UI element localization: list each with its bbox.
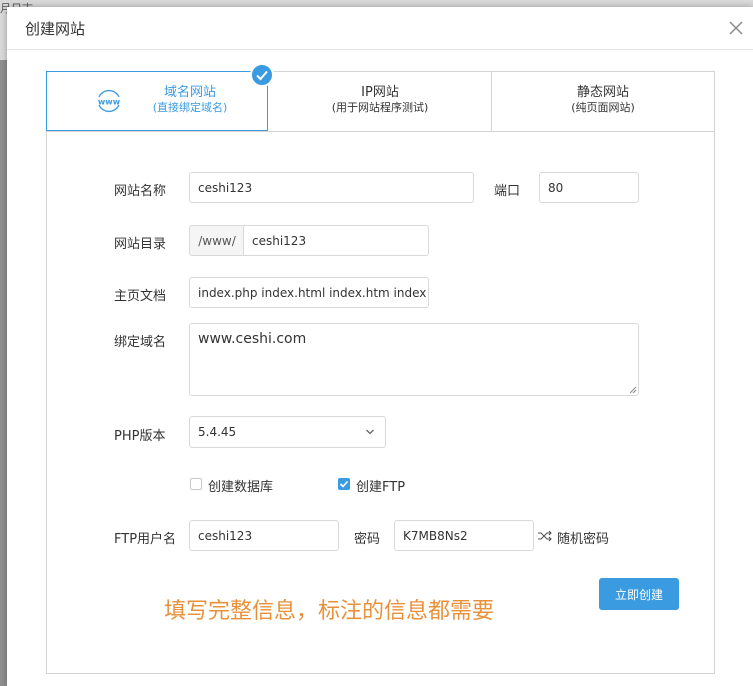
tab-static-site-sub: (纯页面网站) <box>571 101 635 114</box>
bind-domain-value: www.ceshi.com <box>198 331 307 347</box>
create-ftp-label: 创建FTP <box>356 480 406 495</box>
create-site-dialog: 创建网站 www 域名网站 (直接绑定域名) IP网站 (用于网站程序测试) 静… <box>7 7 753 686</box>
site-name-input[interactable]: ceshi123 <box>189 172 474 203</box>
site-type-tabs: www 域名网站 (直接绑定域名) IP网站 (用于网站程序测试) 静态网站 (… <box>46 63 714 132</box>
create-now-button[interactable]: 立即创建 <box>599 578 679 610</box>
bind-domain-textarea[interactable]: www.ceshi.com <box>189 323 639 396</box>
bind-domain-label: 绑定域名 <box>114 335 167 350</box>
site-dir-input[interactable]: ceshi123 <box>243 225 429 256</box>
create-db-checkbox[interactable] <box>190 478 202 490</box>
php-version-select[interactable]: 5.4.45 <box>189 416 386 448</box>
random-password-link[interactable]: 随机密码 <box>557 528 609 547</box>
annotation-notice: 填写完整信息，标注的信息都需要 <box>164 599 495 624</box>
create-ftp-checkbox[interactable] <box>338 478 350 490</box>
ftp-user-label: FTP用户名 <box>114 532 177 547</box>
www-icon: www <box>98 89 121 113</box>
site-dir-label: 网站目录 <box>114 237 167 252</box>
password-label: 密码 <box>354 532 381 547</box>
site-dir-prefix: /www/ <box>189 225 244 256</box>
chevron-down-icon <box>366 429 374 435</box>
site-form-panel: www 域名网站 (直接绑定域名) IP网站 (用于网站程序测试) 静态网站 (… <box>46 63 715 674</box>
tab-domain-site-sub: (直接绑定域名) <box>152 101 228 114</box>
index-doc-input[interactable]: index.php index.html index.htm index <box>189 277 429 308</box>
password-input[interactable]: K7MB8Ns2 <box>394 520 534 551</box>
site-name-label: 网站名称 <box>114 184 167 199</box>
index-doc-label: 主页文档 <box>114 289 167 304</box>
resize-handle-icon[interactable] <box>629 386 637 394</box>
port-label: 端口 <box>494 184 521 199</box>
checkmark-icon <box>339 480 349 488</box>
tab-domain-site[interactable]: www 域名网站 (直接绑定域名) <box>46 63 274 131</box>
tab-ip-site[interactable]: IP网站 (用于网站程序测试) <box>269 72 492 131</box>
tab-static-site[interactable]: 静态网站 (纯页面网站) <box>492 72 714 131</box>
php-version-label: PHP版本 <box>114 429 166 444</box>
tab-static-site-name: 静态网站 <box>576 85 629 100</box>
php-version-value: 5.4.45 <box>198 425 237 439</box>
svg-text:www: www <box>98 98 121 107</box>
ftp-user-input[interactable]: ceshi123 <box>189 520 339 551</box>
create-db-label: 创建数据库 <box>208 480 274 495</box>
dialog-title: 创建网站 <box>25 20 86 38</box>
port-input[interactable]: 80 <box>539 172 639 203</box>
tab-domain-site-name: 域名网站 <box>163 85 216 100</box>
shuffle-icon[interactable] <box>537 530 553 542</box>
dialog-header: 创建网站 <box>7 7 753 50</box>
tab-ip-site-sub: (用于网站程序测试) <box>331 101 429 114</box>
tab-ip-site-name: IP网站 <box>361 85 399 100</box>
close-icon[interactable] <box>727 19 745 37</box>
